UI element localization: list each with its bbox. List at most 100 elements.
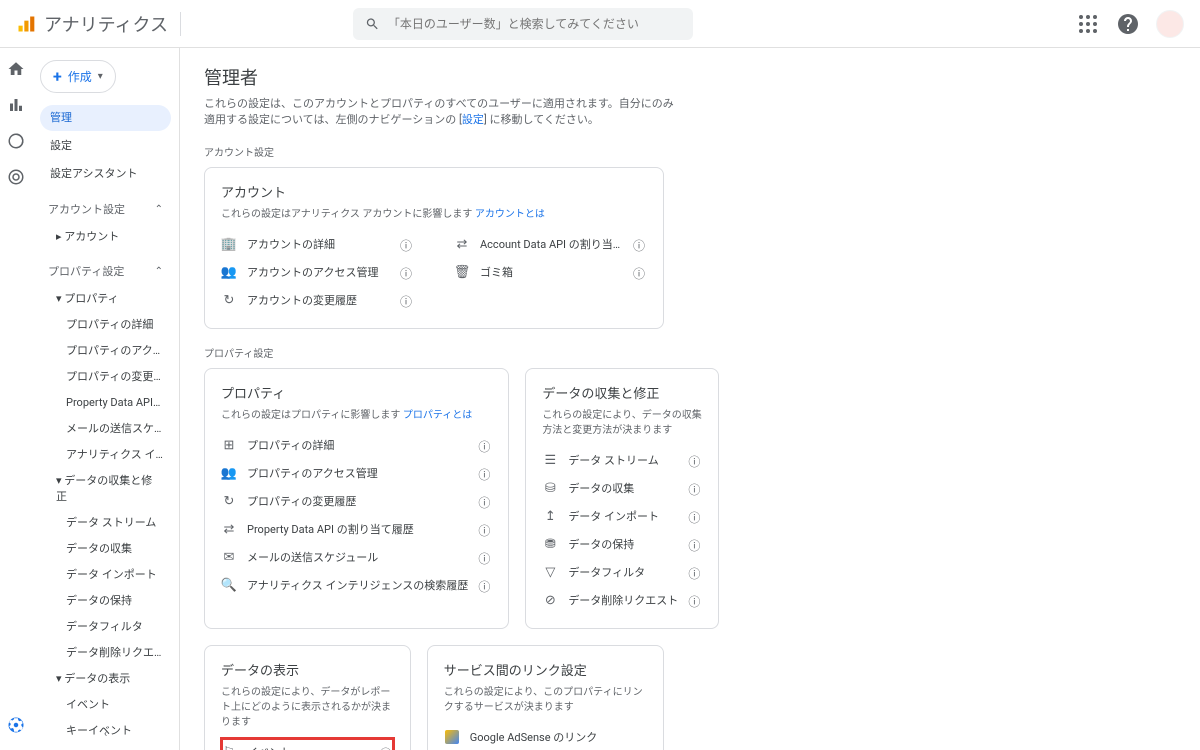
nav-account[interactable]: ▸ アカウント [40,223,171,249]
collapse-sidebar[interactable]: ‹ [104,727,107,740]
info-icon[interactable]: ⓘ [633,237,647,251]
nav-data-collect[interactable]: ▾ データの収集と修正 [40,467,171,509]
card-desc: これらの設定はアナリティクス アカウントに影響します アカウントとは [221,205,647,220]
chevron-up-icon: ⌃ [155,204,163,215]
info-icon[interactable]: ⓘ [688,565,702,579]
row-events[interactable]: ⚐イベントⓘ [221,738,394,750]
home-icon[interactable] [7,60,25,78]
create-button[interactable]: + 作成 ▾ [40,60,116,93]
nav-assistant[interactable]: 設定アシスタント [40,161,171,187]
main-content: 管理者 これらの設定は、このアカウントとプロパティのすべてのユーザーに適用されま… [180,48,1200,750]
info-icon[interactable]: ⓘ [400,237,414,251]
row-prop-intel[interactable]: 🔍アナリティクス インテリジェンスの検索履歴ⓘ [221,571,492,599]
nav-import[interactable]: データ インポート [40,561,171,587]
property-help-link[interactable]: プロパティとは [403,410,472,421]
nav-prop-mail[interactable]: メールの送信スケジュール [40,415,171,441]
account-section-label: アカウント設定 [204,144,1176,159]
row-prop-mail[interactable]: ✉メールの送信スケジュールⓘ [221,543,492,571]
row-account-detail[interactable]: 🏢アカウントの詳細ⓘ [221,230,414,258]
page-description: これらの設定は、このアカウントとプロパティのすべてのユーザーに適用されます。自分… [204,96,684,128]
delete-request-icon: ⊘ [542,592,558,608]
database-icon: ⛁ [542,480,558,496]
detail-icon: ⊞ [221,437,237,453]
row-filter[interactable]: ▽データフィルタⓘ [542,558,702,586]
info-icon[interactable]: ⓘ [478,438,492,452]
divider [180,12,181,36]
avatar[interactable] [1156,10,1184,38]
row-account-access[interactable]: 👥アカウントのアクセス管理ⓘ [221,258,414,286]
apps-icon[interactable] [1076,12,1100,36]
nav-collection[interactable]: データの収集 [40,535,171,561]
analytics-logo-icon [16,14,36,34]
info-icon[interactable]: ⓘ [380,745,394,750]
nav-admin[interactable]: 管理 [40,105,171,131]
nav-audiences[interactable]: オーディエンス [40,743,171,750]
nav-section-account[interactable]: アカウント設定⌃ [40,195,171,223]
create-label: 作成 [68,68,92,85]
help-icon[interactable] [1116,12,1140,36]
settings-icon[interactable] [7,716,25,734]
row-retention[interactable]: ⛃データの保持ⓘ [542,530,702,558]
row-delete-req[interactable]: ⊘データ削除リクエストⓘ [542,586,702,614]
info-icon[interactable]: ⓘ [478,550,492,564]
row-import[interactable]: ↥データ インポートⓘ [542,502,702,530]
filter-icon: ▽ [542,564,558,580]
sidebar: + 作成 ▾ 管理 設定 設定アシスタント アカウント設定⌃ ▸ アカウント プ… [32,48,180,750]
search-icon [365,16,380,32]
info-icon[interactable]: ⓘ [478,466,492,480]
upload-icon: ↥ [542,508,558,524]
row-account-api[interactable]: ⇄Account Data API の割り当て履歴ⓘ [454,230,647,258]
nav-section-property[interactable]: プロパティ設定⌃ [40,257,171,285]
info-icon[interactable]: ⓘ [633,265,647,279]
row-stream[interactable]: ☰データ ストリームⓘ [542,446,702,474]
nav-data-display[interactable]: ▾ データの表示 [40,665,171,691]
nav-prop-api[interactable]: Property Data API の割り当… [40,389,171,415]
row-prop-access[interactable]: 👥プロパティのアクセス管理ⓘ [221,459,492,487]
adsense-icon [444,729,460,745]
settings-link[interactable]: 設定 [462,113,484,126]
info-icon[interactable]: ⓘ [688,453,702,467]
row-prop-api[interactable]: ⇄Property Data API の割り当て履歴ⓘ [221,515,492,543]
row-prop-history[interactable]: ↻プロパティの変更履歴ⓘ [221,487,492,515]
explore-icon[interactable] [7,132,25,150]
info-icon[interactable]: ⓘ [688,481,702,495]
row-adsense[interactable]: Google AdSense のリンク [444,723,647,750]
history-icon: ↻ [221,493,237,509]
page-title: 管理者 [204,64,1176,90]
data-display-card: データの表示 これらの設定により、データがレポート上にどのように表示されるかが決… [204,645,411,750]
info-icon[interactable]: ⓘ [688,537,702,551]
account-help-link[interactable]: アカウントとは [475,209,545,220]
info-icon[interactable]: ⓘ [478,522,492,536]
api-icon: ⇄ [454,236,470,252]
nav-settings[interactable]: 設定 [40,133,171,159]
info-icon[interactable]: ⓘ [478,494,492,508]
row-prop-detail[interactable]: ⊞プロパティの詳細ⓘ [221,431,492,459]
nav-prop-history[interactable]: プロパティの変更履歴 [40,363,171,389]
info-icon[interactable]: ⓘ [400,293,414,307]
nav-prop-intel[interactable]: アナリティクス インテリジ… [40,441,171,467]
app-logo[interactable]: アナリティクス [16,11,168,37]
info-icon[interactable]: ⓘ [478,578,492,592]
building-icon: 🏢 [221,236,237,252]
reports-icon[interactable] [7,96,25,114]
search-box[interactable] [353,8,693,40]
nav-retention[interactable]: データの保持 [40,587,171,613]
nav-delete-req[interactable]: データ削除リクエスト [40,639,171,665]
nav-events[interactable]: イベント [40,691,171,717]
chevron-down-icon: ▾ [98,71,103,82]
info-icon[interactable]: ⓘ [688,509,702,523]
nav-prop-detail[interactable]: プロパティの詳細 [40,311,171,337]
row-account-history[interactable]: ↻アカウントの変更履歴ⓘ [221,286,414,314]
row-trash[interactable]: 🗑ゴミ箱ⓘ [454,258,647,286]
nav-stream[interactable]: データ ストリーム [40,509,171,535]
nav-property[interactable]: ▾ プロパティ [40,285,171,311]
search-input[interactable] [388,17,681,31]
nav-prop-access[interactable]: プロパティのアクセス管理 [40,337,171,363]
info-icon[interactable]: ⓘ [688,593,702,607]
info-icon[interactable]: ⓘ [400,265,414,279]
people-icon: 👥 [221,264,237,280]
card-title: アカウント [221,182,647,201]
nav-filter[interactable]: データフィルタ [40,613,171,639]
advertising-icon[interactable] [7,168,25,186]
row-collection[interactable]: ⛁データの収集ⓘ [542,474,702,502]
